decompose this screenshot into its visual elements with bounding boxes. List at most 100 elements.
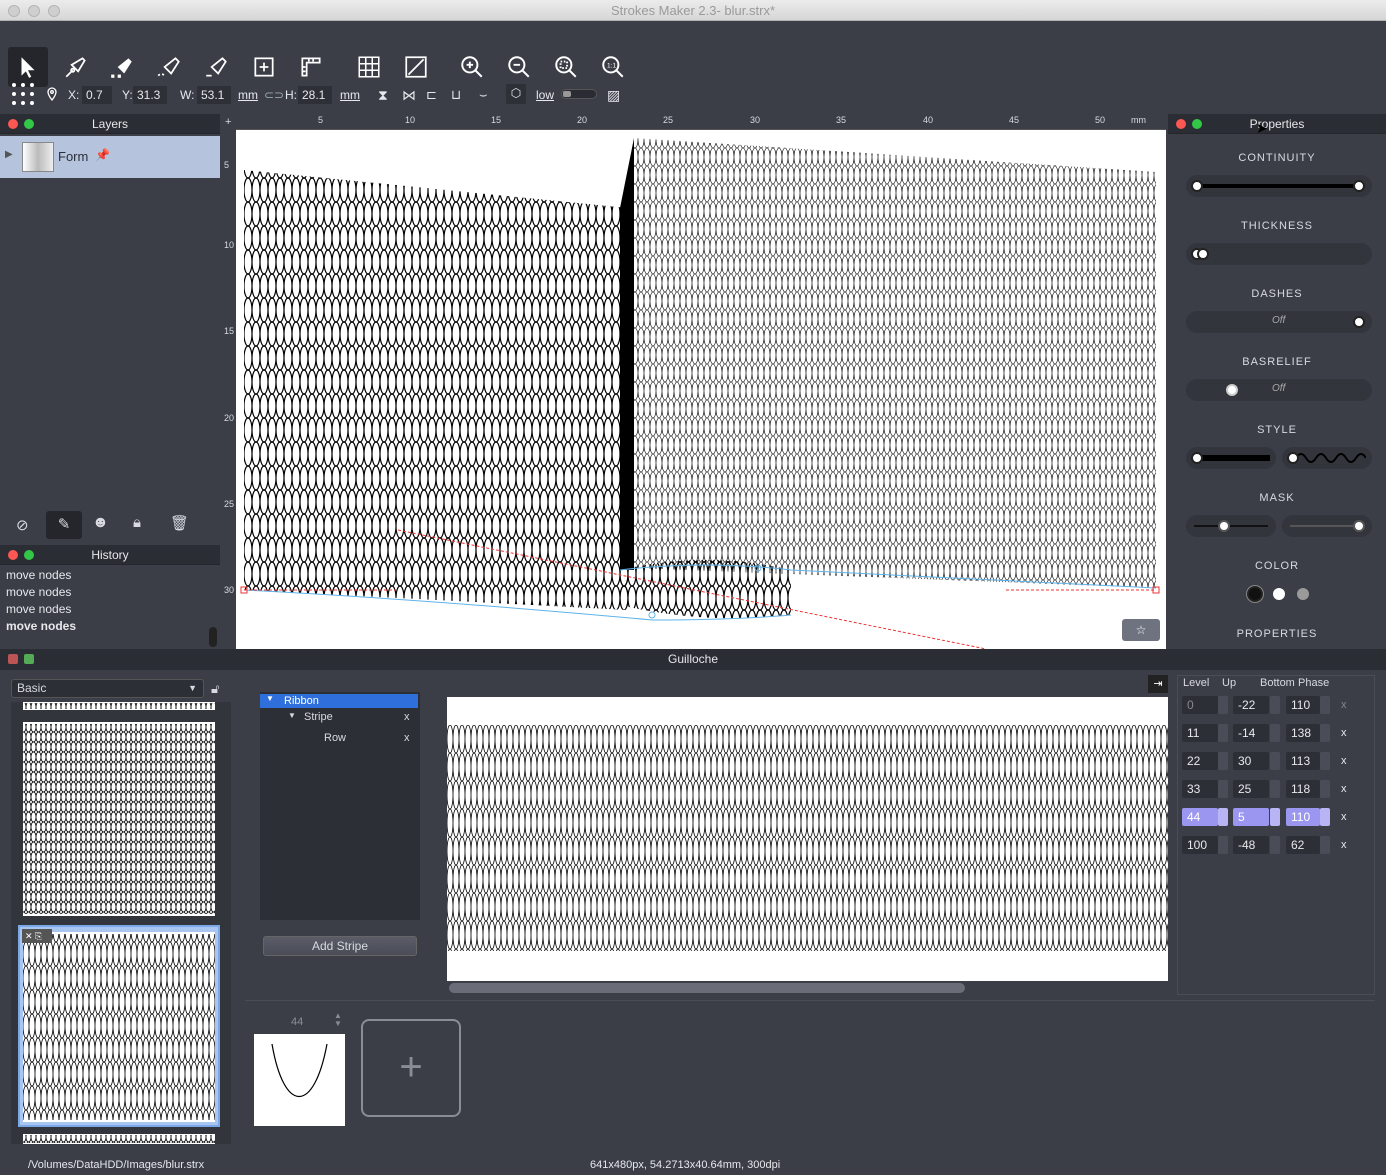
- trash-icon[interactable]: 🗑︎: [170, 514, 189, 532]
- zoom-fit-icon[interactable]: [546, 47, 586, 87]
- grid-tool-icon[interactable]: [349, 47, 389, 87]
- remove-stripe-button[interactable]: x: [404, 711, 410, 723]
- dashes-knob[interactable]: [1353, 316, 1365, 328]
- style-solid-knob[interactable]: [1191, 452, 1203, 464]
- mask-knob-a[interactable]: [1218, 520, 1230, 532]
- style-wave-knob[interactable]: [1287, 452, 1299, 464]
- tree-node-row[interactable]: Row x: [260, 732, 418, 746]
- up-stepper[interactable]: [1270, 696, 1280, 714]
- phase-field-3[interactable]: 118: [1286, 780, 1320, 798]
- guilloche-preview[interactable]: [447, 697, 1168, 981]
- up-stepper[interactable]: [1270, 752, 1280, 770]
- zoom-window-button[interactable]: [48, 5, 60, 17]
- tree-expand-icon[interactable]: ▼: [288, 711, 296, 720]
- preset-actions[interactable]: ✕ ⎘: [22, 929, 52, 943]
- eraser-tool-icon[interactable]: [196, 47, 236, 87]
- add-stripe-button[interactable]: Add Stripe: [263, 936, 417, 956]
- up-stepper[interactable]: [1270, 724, 1280, 742]
- phase-stepper[interactable]: [1320, 836, 1330, 854]
- level-field-3[interactable]: 33: [1182, 780, 1218, 798]
- level-field-1[interactable]: 11: [1182, 724, 1218, 742]
- phase-stepper[interactable]: [1320, 780, 1330, 798]
- quality-slider-thumb[interactable]: [563, 91, 571, 97]
- transform-tool-icon[interactable]: [396, 47, 436, 87]
- style-wave-option[interactable]: [1282, 447, 1372, 469]
- color-swatch-white[interactable]: [1273, 588, 1285, 600]
- y-field[interactable]: 31.3: [133, 86, 167, 104]
- link-ratio-icon[interactable]: ⊂⊃: [264, 86, 284, 104]
- history-item-current[interactable]: move nodes: [6, 619, 76, 633]
- preview-scrollbar[interactable]: [449, 983, 965, 993]
- guilloche-close-button[interactable]: [8, 654, 18, 664]
- phase-field-2[interactable]: 113: [1286, 752, 1320, 770]
- remove-row-4[interactable]: x: [1341, 811, 1347, 823]
- pen-tool-icon[interactable]: [56, 47, 96, 87]
- phase-stepper[interactable]: [1320, 724, 1330, 742]
- level-field-0[interactable]: 0: [1182, 696, 1218, 714]
- level-stepper[interactable]: [1218, 780, 1228, 798]
- w-field[interactable]: 53.1: [197, 86, 231, 104]
- level-field-5[interactable]: 100: [1182, 836, 1218, 854]
- pin-icon[interactable]: ✎: [46, 511, 82, 539]
- curve-thumbnail[interactable]: [254, 1034, 345, 1126]
- up-field-4[interactable]: 5: [1233, 808, 1269, 826]
- up-stepper[interactable]: [1270, 780, 1280, 798]
- curve-index-stepper[interactable]: ▲ ▼: [334, 1012, 342, 1028]
- up-stepper[interactable]: [1270, 808, 1280, 826]
- basrelief-knob[interactable]: [1226, 384, 1238, 396]
- properties-close-button[interactable]: [1176, 119, 1186, 129]
- tree-node-stripe[interactable]: ▼ Stripe x: [260, 711, 418, 725]
- remove-row-0[interactable]: x: [1341, 699, 1347, 711]
- continuity-end-knob[interactable]: [1353, 180, 1365, 192]
- h-unit[interactable]: mm: [340, 86, 360, 104]
- close-window-button[interactable]: [8, 5, 20, 17]
- layer-expand-icon[interactable]: ▶: [5, 149, 13, 160]
- texture-icon[interactable]: ▨: [607, 86, 620, 104]
- collapse-icon[interactable]: ⇥: [1148, 675, 1168, 693]
- up-field-1[interactable]: -14: [1233, 724, 1269, 742]
- mask-slider-a[interactable]: [1186, 515, 1276, 537]
- phase-stepper[interactable]: [1320, 752, 1330, 770]
- mask-knob-b[interactable]: [1353, 520, 1365, 532]
- dashes-slider[interactable]: Off: [1186, 311, 1372, 333]
- distribute-icon[interactable]: ⊔: [451, 86, 461, 104]
- up-field-5[interactable]: -48: [1233, 836, 1269, 854]
- remove-row-5[interactable]: x: [1341, 839, 1347, 851]
- phase-field-4[interactable]: 110: [1286, 808, 1320, 826]
- history-item[interactable]: move nodes: [6, 568, 71, 582]
- curve-icon[interactable]: ⌣: [479, 86, 488, 104]
- layer-name[interactable]: Form: [58, 149, 88, 164]
- preset-dropdown[interactable]: Basic ▼: [11, 679, 204, 698]
- remove-row-2[interactable]: x: [1341, 755, 1347, 767]
- quality-slider[interactable]: [561, 89, 597, 99]
- layer-pin-icon[interactable]: 📌: [95, 148, 110, 162]
- smooth-tool-icon[interactable]: [149, 47, 189, 87]
- mask-icon[interactable]: ☻: [92, 514, 109, 532]
- layer-row[interactable]: ▶ Form 📌: [0, 136, 220, 178]
- mask-slider-b[interactable]: [1282, 515, 1372, 537]
- properties-zoom-button[interactable]: [1192, 119, 1202, 129]
- add-curve-button[interactable]: +: [361, 1019, 461, 1117]
- level-stepper[interactable]: [1218, 836, 1228, 854]
- h-field[interactable]: 28.1: [298, 86, 332, 104]
- 3d-box-icon[interactable]: ⬡: [506, 84, 526, 104]
- level-field-4[interactable]: 44: [1182, 808, 1218, 826]
- phase-field-0[interactable]: 110: [1286, 696, 1320, 714]
- quality-toggle[interactable]: low: [536, 86, 554, 104]
- style-solid-option[interactable]: [1186, 447, 1276, 469]
- up-stepper[interactable]: [1270, 836, 1280, 854]
- up-field-3[interactable]: 25: [1233, 780, 1269, 798]
- guilloche-zoom-button[interactable]: [24, 654, 34, 664]
- level-stepper[interactable]: [1218, 808, 1228, 826]
- remove-row-3[interactable]: x: [1341, 783, 1347, 795]
- level-stepper[interactable]: [1218, 752, 1228, 770]
- zoom-out-icon[interactable]: [499, 47, 539, 87]
- history-zoom-button[interactable]: [24, 550, 34, 560]
- level-stepper[interactable]: [1218, 724, 1228, 742]
- history-scrollbar[interactable]: [209, 627, 217, 647]
- continuity-start-knob[interactable]: [1191, 180, 1203, 192]
- tree-node-ribbon[interactable]: ▼ Ribbon: [260, 694, 418, 708]
- drawing-canvas[interactable]: ☆: [236, 130, 1166, 649]
- basrelief-slider[interactable]: Off: [1186, 379, 1372, 401]
- phase-stepper[interactable]: [1320, 808, 1330, 826]
